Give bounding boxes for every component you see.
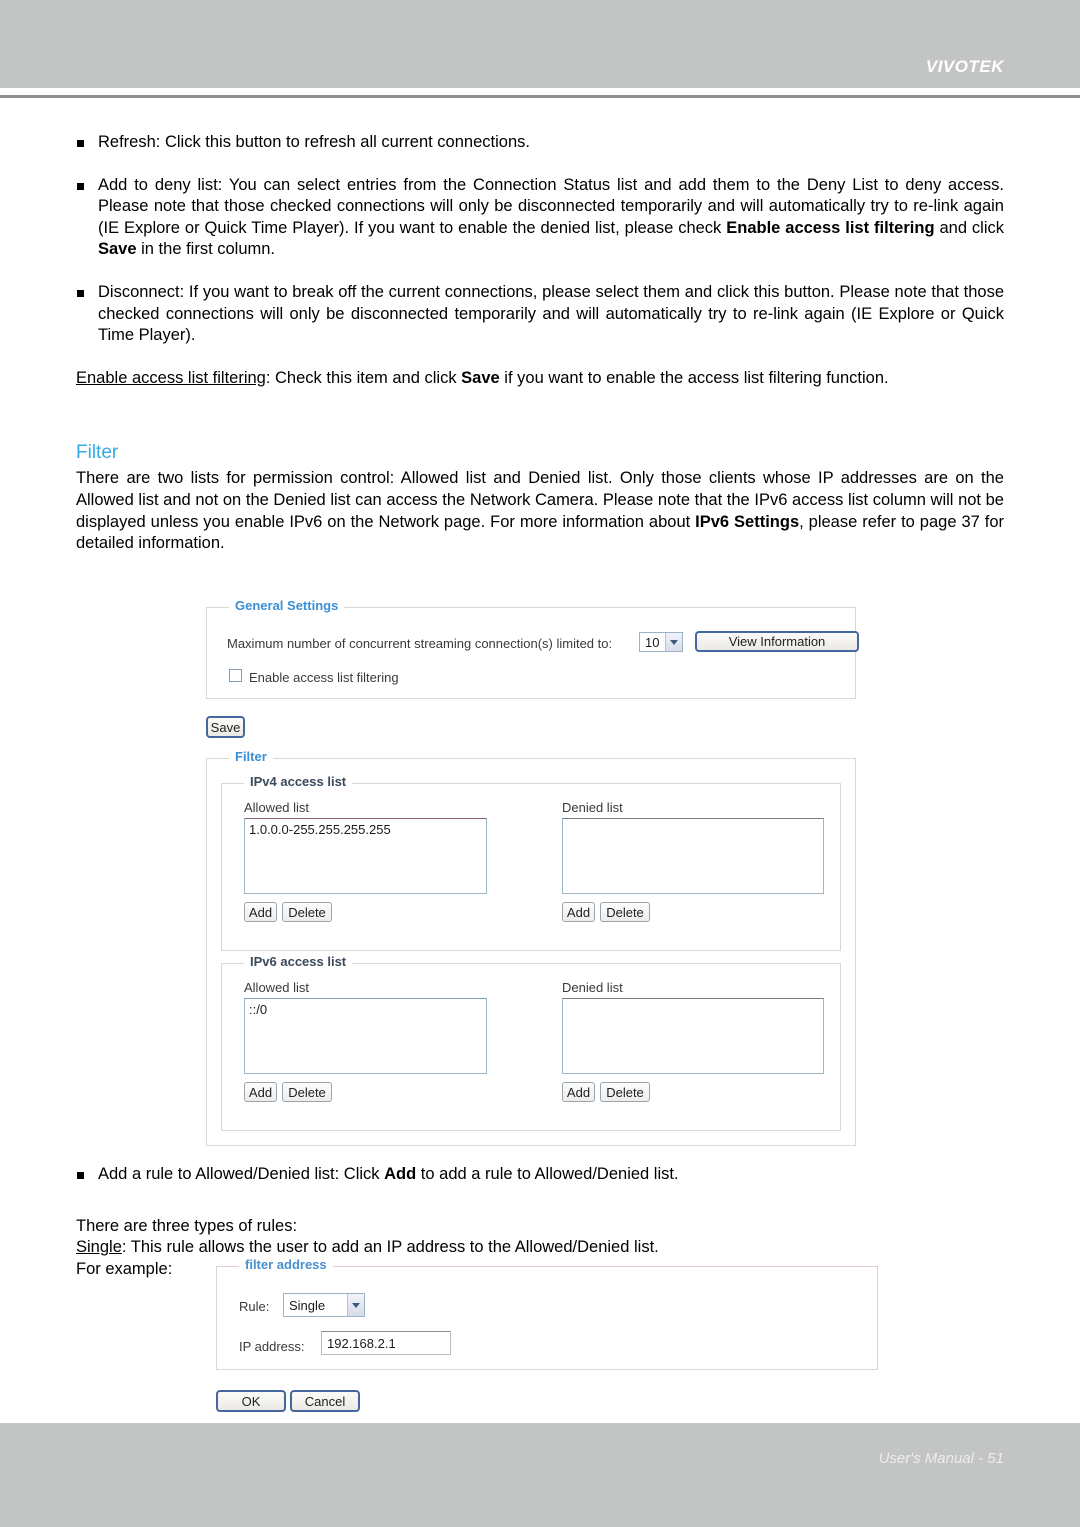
- disconnect-bullet-text: Disconnect: If you want to break off the…: [98, 282, 1004, 345]
- ipv4-access-list-legend: IPv4 access list: [244, 775, 353, 789]
- save-button[interactable]: Save: [206, 716, 245, 738]
- vivotek-logo: VIVOTEK: [925, 57, 1004, 76]
- ipv4-allowed-add-button[interactable]: Add: [244, 902, 277, 922]
- three-types-line: There are three types of rules:: [76, 1216, 298, 1235]
- add-rule-bold-add: Add: [384, 1165, 417, 1183]
- page-footer: User's Manual - 51: [0, 1423, 1080, 1527]
- max-connections-label: Maximum number of concurrent streaming c…: [227, 636, 613, 651]
- ipv6-denied-list-label: Denied list: [562, 980, 623, 995]
- filter-desc-bold-ipv6-settings: IPv6 Settings: [695, 512, 800, 531]
- ipv4-allowed-delete-button[interactable]: Delete: [282, 902, 332, 922]
- ip-address-input[interactable]: 192.168.2.1: [321, 1331, 451, 1355]
- view-information-button[interactable]: View Information: [695, 631, 859, 652]
- ipv4-allowed-list-label: Allowed list: [244, 800, 310, 815]
- refresh-bullet-text: Refresh: Click this button to refresh al…: [98, 133, 530, 151]
- enable-filtering-underlined-term: Enable access list filtering: [76, 368, 266, 387]
- max-connections-value: 10: [645, 634, 660, 650]
- cancel-button[interactable]: Cancel: [290, 1390, 360, 1412]
- ipv4-denied-delete-button[interactable]: Delete: [600, 902, 650, 922]
- ipv6-access-list-legend: IPv6 access list: [244, 955, 353, 969]
- enable-filtering-text-1: : Check this item and click: [265, 368, 462, 387]
- filter-section-heading: Filter: [76, 442, 119, 464]
- enable-access-list-filtering-para: Enable access list filtering: Check this…: [76, 368, 1004, 390]
- ipv6-denied-delete-button[interactable]: Delete: [600, 1082, 650, 1102]
- add-rule-text-2: to add a rule to Allowed/Denied list.: [416, 1165, 679, 1183]
- general-settings-panel: General Settings Maximum number of concu…: [206, 599, 859, 699]
- ipv6-allowed-list-label: Allowed list: [244, 980, 310, 995]
- ipv6-denied-add-button[interactable]: Add: [562, 1082, 595, 1102]
- max-connections-select[interactable]: 10: [639, 632, 683, 652]
- filter-description-para: There are two lists for permission contr…: [76, 468, 1004, 554]
- disconnect-bullet: Disconnect: If you want to break off the…: [76, 282, 1004, 347]
- enable-filtering-bold-save: Save: [461, 368, 500, 387]
- add-deny-bold-enable-filtering: Enable access list filtering: [726, 218, 935, 237]
- add-rule-bullet: Add a rule to Allowed/Denied list: Click…: [76, 1164, 1004, 1186]
- header-divider: [0, 95, 1080, 98]
- ipv6-allowed-list-textarea[interactable]: ::/0: [244, 998, 487, 1074]
- ipv6-access-list-panel: IPv6 access list Allowed list ::/0 Add D…: [221, 955, 841, 1131]
- filter-address-panel: filter address Rule: Single IP address: …: [216, 1258, 878, 1370]
- ipv4-denied-list-textarea[interactable]: [562, 818, 824, 894]
- enable-filtering-text-2: if you want to enable the access list fi…: [499, 368, 889, 387]
- refresh-bullet: Refresh: Click this button to refresh al…: [76, 132, 1004, 154]
- single-rule-text: : This rule allows the user to add an IP…: [121, 1238, 659, 1257]
- document-body: Refresh: Click this button to refresh al…: [76, 132, 1004, 565]
- general-settings-legend: General Settings: [229, 599, 345, 613]
- page-header: VIVOTEK: [0, 0, 1080, 88]
- single-underlined-term: Single: [76, 1238, 122, 1257]
- ip-address-label: IP address:: [239, 1339, 305, 1354]
- ipv4-denied-list-label: Denied list: [562, 800, 623, 815]
- ipv4-access-list-panel: IPv4 access list Allowed list 1.0.0.0-25…: [221, 775, 841, 951]
- ipv6-denied-list-textarea[interactable]: [562, 998, 824, 1074]
- add-deny-text-mid: and click: [934, 218, 1004, 237]
- add-deny-text-end: in the first column.: [136, 240, 276, 259]
- ipv6-allowed-delete-button[interactable]: Delete: [282, 1082, 332, 1102]
- filter-panel: Filter IPv4 access list Allowed list 1.0…: [206, 750, 856, 1146]
- add-deny-bold-save: Save: [98, 240, 137, 259]
- chevron-down-icon: [665, 633, 682, 651]
- ipv4-allowed-list-textarea[interactable]: 1.0.0.0-255.255.255.255: [244, 818, 487, 894]
- users-manual-page-label: User's Manual - 51: [878, 1450, 1004, 1467]
- ok-button[interactable]: OK: [216, 1390, 286, 1412]
- rule-selected-value: Single: [289, 1297, 326, 1313]
- add-to-deny-list-bullet: Add to deny list: You can select entries…: [76, 175, 1004, 261]
- document-body-lower: Add a rule to Allowed/Denied list: Click…: [76, 1164, 1004, 1280]
- enable-access-list-filtering-label: Enable access list filtering: [249, 670, 399, 685]
- filter-panel-legend: Filter: [229, 750, 273, 764]
- chevron-down-icon: [347, 1294, 364, 1316]
- add-rule-text-1: Add a rule to Allowed/Denied list: Click: [98, 1165, 385, 1183]
- ipv4-denied-add-button[interactable]: Add: [562, 902, 595, 922]
- ipv6-allowed-add-button[interactable]: Add: [244, 1082, 277, 1102]
- enable-access-list-filtering-checkbox[interactable]: [229, 669, 242, 682]
- single-rule-line: Single: This rule allows the user to add…: [76, 1237, 1004, 1259]
- rule-select[interactable]: Single: [283, 1293, 365, 1317]
- rule-label: Rule:: [239, 1299, 270, 1314]
- filter-address-legend: filter address: [239, 1258, 333, 1272]
